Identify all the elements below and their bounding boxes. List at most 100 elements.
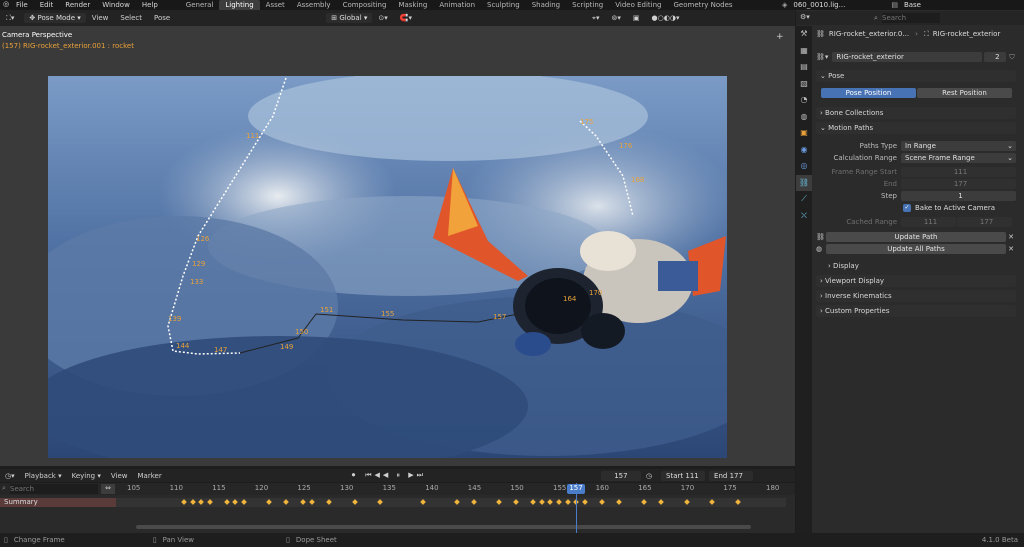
update-all-paths-button[interactable]: Update All Paths: [826, 243, 1006, 254]
clock-icon[interactable]: ◷: [641, 472, 657, 480]
swap-icon[interactable]: ⇔: [101, 484, 115, 494]
collapsed-chevron-icon: ›: [820, 109, 823, 117]
mode-dropdown[interactable]: ✥ Pose Mode ▾: [24, 13, 86, 23]
workspace-tab-video-editing[interactable]: Video Editing: [609, 0, 667, 10]
update-path-button[interactable]: Update Path: [826, 231, 1006, 242]
armature-name-field[interactable]: RIG-rocket_exterior: [832, 52, 983, 62]
path-frame-label: 126: [196, 235, 210, 243]
timeline-view-menu[interactable]: View: [106, 472, 133, 480]
snap-icon[interactable]: 🧲▾: [394, 14, 418, 22]
physics-tab-icon[interactable]: ◎: [796, 158, 812, 175]
keying-menu[interactable]: Keying ▾: [67, 472, 106, 480]
start-value: 111: [685, 471, 699, 480]
bone-tab-icon[interactable]: ⟋: [796, 191, 812, 208]
marker-menu[interactable]: Marker: [133, 472, 167, 480]
expanded-chevron-icon: ⌄: [820, 72, 826, 80]
properties-editor-icon[interactable]: ⚙▾: [800, 13, 810, 21]
step-label: Step: [881, 191, 897, 200]
calc-range-dropdown[interactable]: Scene Frame Range ⌄: [901, 152, 1016, 163]
dope-sheet-body[interactable]: Summary: [0, 495, 795, 533]
bone-collections-header[interactable]: › Bone Collections: [816, 107, 1016, 119]
scene-icon[interactable]: ◈: [782, 1, 787, 9]
menu-file[interactable]: File: [16, 1, 28, 9]
viewport-display-header[interactable]: › Viewport Display: [816, 275, 1016, 287]
playhead-frame-label[interactable]: 157: [567, 484, 586, 494]
menu-window[interactable]: Window: [102, 1, 130, 9]
object-tab-icon[interactable]: ▣: [796, 125, 812, 142]
editor-type-icon[interactable]: ⛶▾: [0, 14, 20, 23]
armature-data-tab-icon[interactable]: ⛓: [796, 174, 812, 191]
xray-icon[interactable]: ▣: [627, 14, 646, 22]
view-layer-name[interactable]: Base: [904, 1, 921, 9]
frame-range-start-field[interactable]: 111: [901, 166, 1016, 177]
pose-panel-header[interactable]: ⌄ Pose: [816, 70, 1016, 82]
bone-constraint-tab-icon[interactable]: ⛌: [796, 208, 812, 225]
gizmo-icon[interactable]: ⌖▾: [586, 14, 605, 23]
orientation-dropdown[interactable]: ⊞ Global ▾: [326, 13, 373, 23]
timeline-ruler[interactable]: ⌕ ⇔ 105 110 115 120 125 130 135 140 145 150 155 160…: [0, 483, 795, 495]
tool-tab-icon[interactable]: ⚒: [796, 26, 812, 43]
world-tab-icon[interactable]: ◍: [796, 109, 812, 126]
motion-paths-header[interactable]: ⌄ Motion Paths: [816, 122, 1016, 134]
fake-user-shield-icon[interactable]: ⛉: [1009, 53, 1014, 62]
workspace-tab-scripting[interactable]: Scripting: [566, 0, 609, 10]
scene-tab-icon[interactable]: ◔: [796, 92, 812, 109]
timeline-scrollbar[interactable]: [136, 525, 751, 529]
pose-position-button[interactable]: Pose Position: [821, 88, 916, 98]
view-layer-icon[interactable]: ▤: [891, 1, 898, 9]
select-menu[interactable]: Select: [114, 14, 148, 22]
workspace-tab-sculpting[interactable]: Sculpting: [481, 0, 526, 10]
workspace-tab-assembly[interactable]: Assembly: [291, 0, 337, 10]
scene-name[interactable]: 060_0010.lig...: [793, 1, 845, 9]
output-tab-icon[interactable]: ▤: [796, 59, 812, 76]
breadcrumb-object[interactable]: RIG-rocket_exterior.0...: [829, 30, 909, 38]
rest-position-button[interactable]: Rest Position: [917, 88, 1012, 98]
paths-type-dropdown[interactable]: In Range ⌄: [901, 140, 1016, 151]
custom-properties-header[interactable]: › Custom Properties: [816, 305, 1016, 317]
step-field[interactable]: 1: [901, 190, 1016, 201]
clear-all-paths-icon[interactable]: ✕: [1006, 245, 1016, 253]
armature-data-icon[interactable]: ⛓▾: [816, 53, 828, 61]
viewport-plus-icon[interactable]: +: [776, 32, 784, 42]
pivot-icon[interactable]: ⊙▾: [372, 14, 393, 22]
render-tab-icon[interactable]: ▦: [796, 43, 812, 60]
inverse-kinematics-header[interactable]: › Inverse Kinematics: [816, 290, 1016, 302]
breadcrumb-armature[interactable]: RIG-rocket_exterior: [933, 30, 1000, 38]
motion-paths-title: Motion Paths: [828, 124, 874, 132]
properties-search-input[interactable]: [882, 13, 940, 23]
display-subpanel-header[interactable]: › Display: [824, 260, 1016, 272]
view-layer-tab-icon[interactable]: ▧: [796, 76, 812, 93]
pose-menu[interactable]: Pose: [148, 14, 176, 22]
current-frame-field[interactable]: 157: [600, 470, 641, 481]
workspace-tab-masking[interactable]: Masking: [392, 0, 433, 10]
playback-menu[interactable]: Playback ▾: [20, 472, 67, 480]
timeline-editor-icon[interactable]: ◷▾: [0, 472, 20, 480]
menu-help[interactable]: Help: [142, 1, 158, 9]
menu-render[interactable]: Render: [65, 1, 90, 9]
record-icon[interactable]: ⏺: [347, 471, 361, 480]
frame-range-start-label: Frame Range Start: [831, 167, 897, 176]
workspace-tab-animation[interactable]: Animation: [433, 0, 481, 10]
start-frame-field[interactable]: Start 111: [661, 470, 706, 481]
clear-path-icon[interactable]: ✕: [1006, 233, 1016, 241]
workspace-tab-geometry-nodes[interactable]: Geometry Nodes: [667, 0, 738, 10]
workspace-tab-general[interactable]: General: [180, 0, 220, 10]
shading-solid-icon[interactable]: ●○◐◑▾: [646, 14, 686, 22]
bake-checkbox[interactable]: ✓: [903, 203, 911, 212]
workspace-tab-shading[interactable]: Shading: [526, 0, 566, 10]
summary-channel[interactable]: Summary: [0, 498, 116, 507]
end-frame-field[interactable]: End 177: [709, 470, 754, 481]
playback-controls[interactable]: ⏮◀◀ ⏸ ▶⏭: [360, 471, 431, 480]
blender-logo-icon[interactable]: ◎: [3, 0, 9, 8]
modifier-tab-icon[interactable]: ◉: [796, 142, 812, 159]
frame-range-end-field[interactable]: 177: [901, 178, 1016, 189]
3d-viewport[interactable]: 111 126 129 133 139 144 147 149 150 151 155 157 164 1…: [0, 26, 795, 466]
channel-search-input[interactable]: [10, 484, 98, 494]
view-menu[interactable]: View: [86, 14, 115, 22]
workspace-tab-lighting[interactable]: Lighting: [219, 0, 260, 10]
menu-edit[interactable]: Edit: [40, 1, 54, 9]
workspace-tab-compositing[interactable]: Compositing: [337, 0, 393, 10]
overlay-icon[interactable]: ⊚▾: [606, 14, 627, 22]
user-count[interactable]: 2: [984, 52, 1007, 62]
workspace-tab-asset[interactable]: Asset: [260, 0, 291, 10]
